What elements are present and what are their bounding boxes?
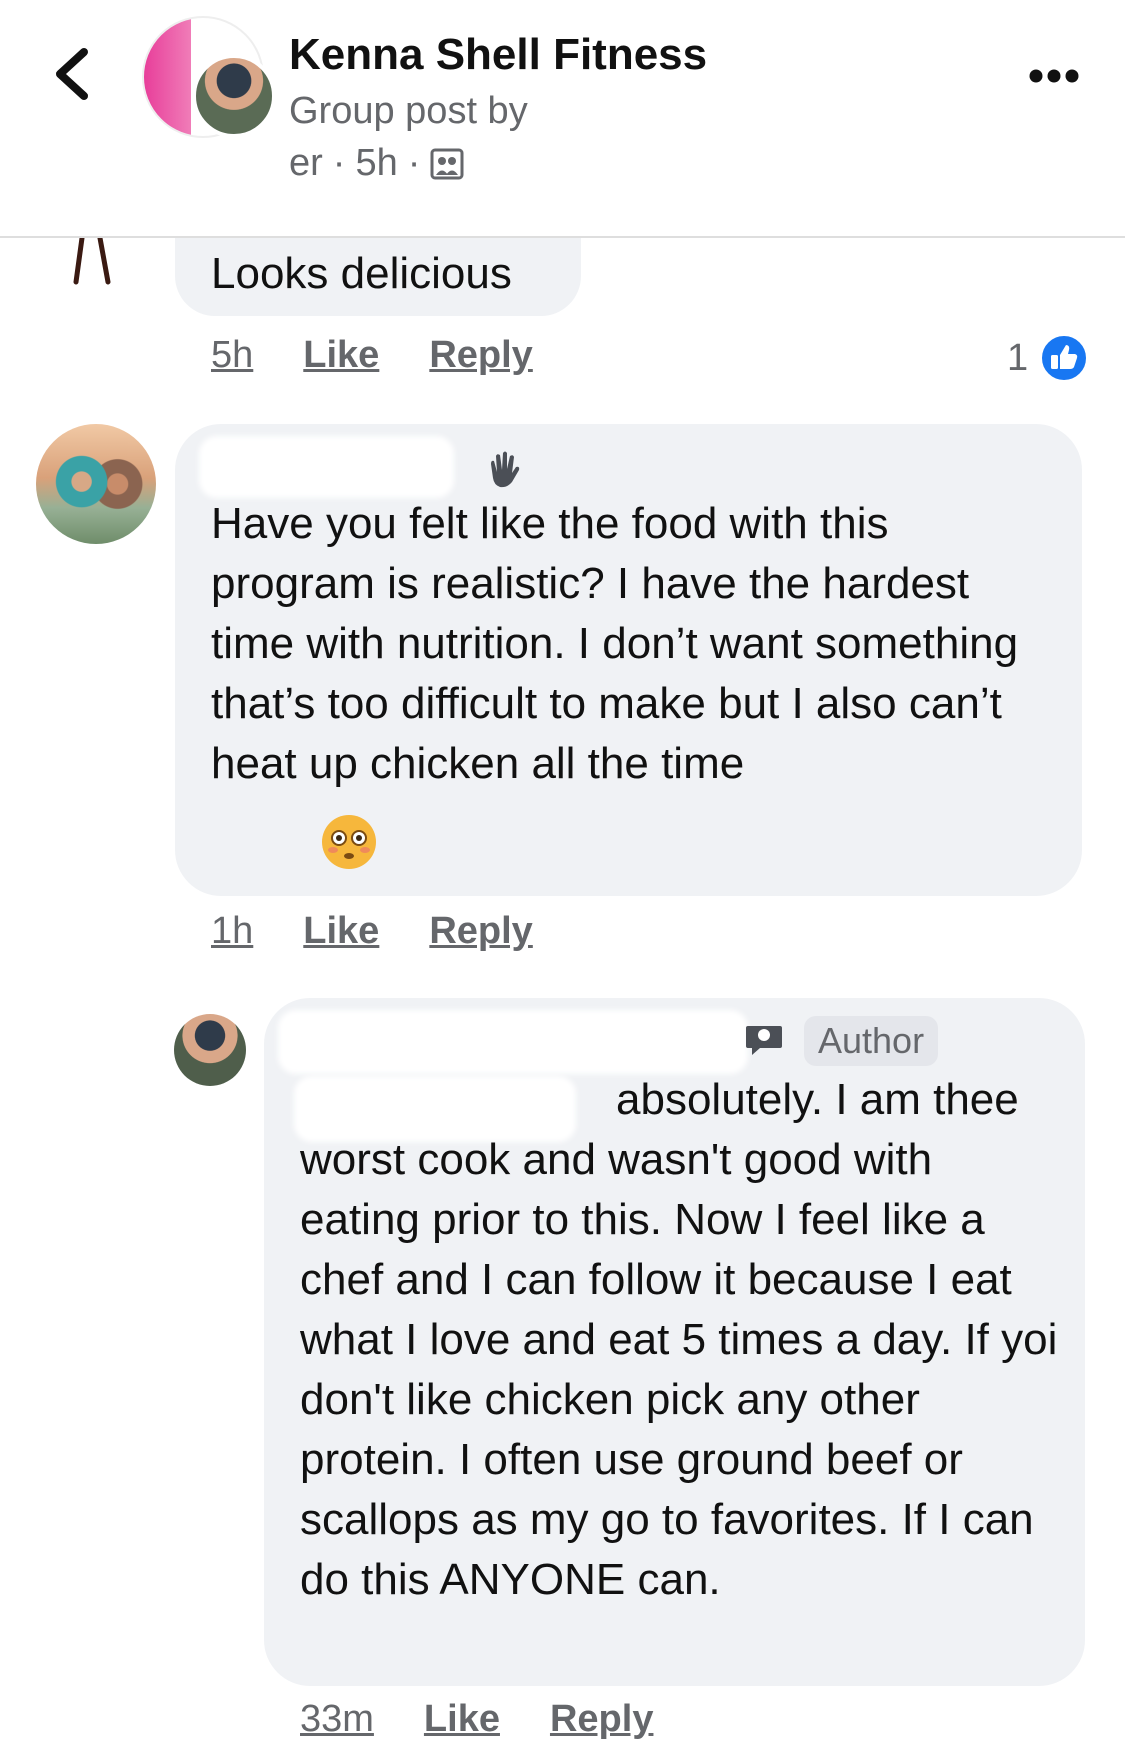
reply-button[interactable]: Reply [429,910,532,953]
post-time[interactable]: 5h [355,142,397,185]
back-arrow-icon[interactable] [48,44,98,104]
like-button[interactable]: Like [424,1698,500,1741]
profile-badge-icon [746,1026,782,1055]
author-badge: Author [804,1016,939,1066]
comment-time[interactable]: 33m [300,1698,374,1741]
comment-time[interactable]: 5h [211,334,253,377]
reply-bubble: Author absolutely. I am thee worst cook … [264,998,1085,1686]
author-avatar [192,54,276,138]
commenter-avatar-partial[interactable] [68,238,118,286]
comment-actions: 5h Like Reply [211,334,533,377]
like-button[interactable]: Like [303,910,379,953]
meta-separator: · [407,142,421,184]
more-options-icon[interactable] [1028,68,1080,84]
group-avatar-stack[interactable] [142,16,282,138]
redacted-commenter-name [199,436,454,498]
thumbs-up-icon [1040,334,1089,382]
post-subtitle: Group post by [289,90,528,132]
reply-actions: 33m Like Reply [300,1698,653,1741]
redacted-commenter-name [278,1010,748,1074]
like-button[interactable]: Like [303,334,379,377]
group-privacy-icon [430,148,464,179]
waving-hand-icon [491,451,520,488]
post-header: Kenna Shell Fitness Group post by er · 5… [0,0,1125,238]
post-meta: er · 5h · [289,142,464,185]
reply-text: absolutely. I am thee worst cook and was… [300,1075,1058,1604]
comment-bubble: Looks delicious [175,238,581,316]
meta-separator: · [332,142,346,184]
reply-button[interactable]: Reply [429,334,532,377]
reply-button[interactable]: Reply [550,1698,653,1741]
comment-text: Have you felt like the food with this pr… [211,499,1019,788]
comment-text: Looks delicious [211,249,512,298]
reaction-count: 1 [1007,336,1029,379]
flushed-face-emoji [322,815,376,869]
comment-bubble: Have you felt like the food with this pr… [175,424,1082,896]
comment-time[interactable]: 1h [211,910,253,953]
comment-actions: 1h Like Reply [211,910,533,953]
commenter-avatar[interactable] [36,424,156,544]
group-name[interactable]: Kenna Shell Fitness [289,30,707,80]
author-reply-avatar[interactable] [174,1014,246,1086]
meta-author-suffix: er [289,142,323,184]
reaction-summary[interactable]: 1 [1007,334,1089,382]
